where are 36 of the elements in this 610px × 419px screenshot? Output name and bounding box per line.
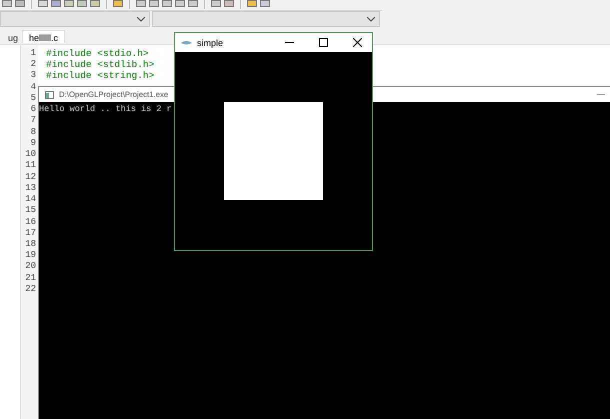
code-line: #include <stdlib.h> <box>46 59 156 70</box>
line-number: 2 <box>30 59 36 70</box>
line-number: 14 <box>25 194 36 206</box>
line-number: 17 <box>25 228 36 239</box>
line-number: 15 <box>25 205 36 217</box>
line-number: 8 <box>30 126 36 138</box>
line-number: 20 <box>25 261 36 273</box>
line-number: 19 <box>25 250 36 262</box>
code-line: #include <string.h> <box>46 70 156 82</box>
app-icon <box>45 90 54 98</box>
app-icon <box>181 40 192 46</box>
line-number: 11 <box>25 160 36 172</box>
line-number: 12 <box>25 172 36 183</box>
line-number: 18 <box>25 238 36 250</box>
line-number: 1 <box>30 48 36 60</box>
line-number: 6 <box>30 104 36 116</box>
line-number: 3 <box>30 70 36 82</box>
panel-tab[interactable]: ug <box>0 30 18 44</box>
minimize-icon[interactable] <box>597 94 605 96</box>
line-number: 16 <box>25 216 36 228</box>
line-number: 22 <box>25 284 36 296</box>
line-number: 4 <box>30 82 36 93</box>
file-tab[interactable]: hellllll.c <box>22 30 66 43</box>
console-output: Hello world .. this is 2 r <box>39 103 172 116</box>
line-number: 5 <box>30 92 36 104</box>
line-number: 13 <box>25 182 36 194</box>
line-number: 9 <box>30 138 36 150</box>
close-icon[interactable] <box>353 38 362 47</box>
line-number: 21 <box>25 272 36 284</box>
line-number: 10 <box>25 149 36 160</box>
code-line: #include <stdio.h> <box>46 48 150 60</box>
chevron-icon <box>137 16 145 22</box>
line-number: 7 <box>30 115 36 127</box>
window-title: simple <box>197 38 224 48</box>
maximize-icon[interactable] <box>319 38 328 47</box>
chevron-icon <box>367 16 375 22</box>
